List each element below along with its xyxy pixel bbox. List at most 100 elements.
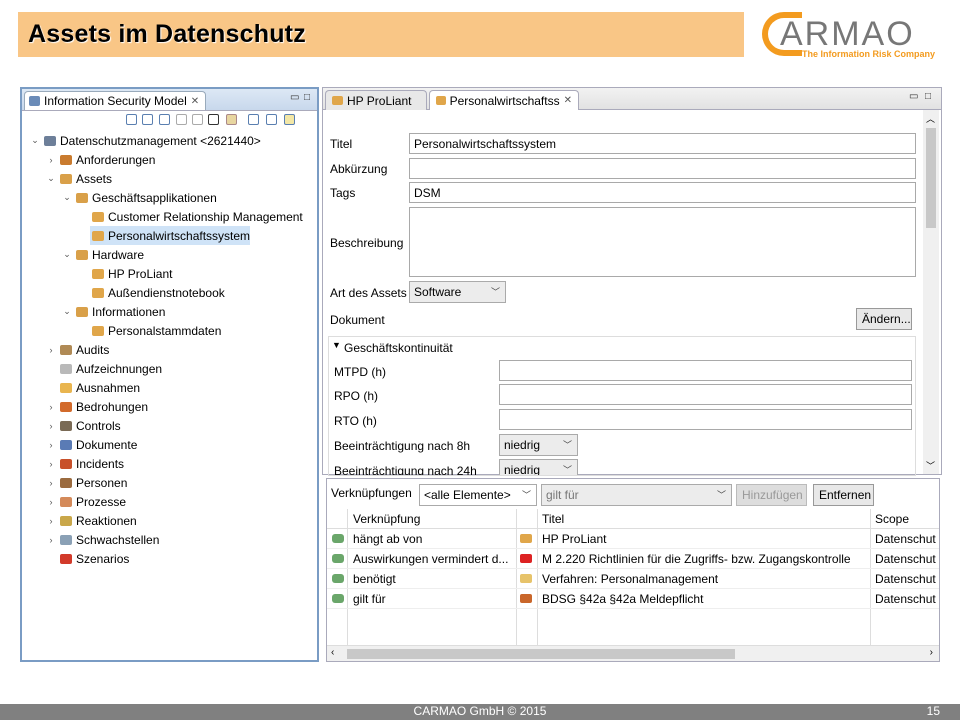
minimize-icon[interactable]: ▭ [909, 91, 918, 102]
tab-label: Information Security Model [44, 94, 187, 108]
collapsed-arrow-icon[interactable]: › [46, 516, 56, 526]
tree-item[interactable]: › Incidents [22, 454, 317, 473]
tree-item[interactable]: ⌄ Hardware [22, 245, 317, 264]
tree-item[interactable]: › Personen [22, 473, 317, 492]
geschaeftskontinuitaet-section: ▼ Geschäftskontinuität MTPD (h) RPO (h) … [328, 336, 916, 476]
back-arrow-icon[interactable] [176, 114, 187, 125]
collapsed-arrow-icon[interactable]: › [46, 155, 56, 165]
collapsed-arrow-icon[interactable]: › [46, 421, 56, 431]
tree-item[interactable]: › Prozesse [22, 492, 317, 511]
collapsed-arrow-icon[interactable]: › [46, 478, 56, 488]
tree-item[interactable]: › Bedrohungen [22, 397, 317, 416]
tab-hp-proliant[interactable]: HP ProLiant [325, 90, 427, 110]
expanded-arrow-icon[interactable]: ⌄ [46, 173, 56, 184]
collapsed-arrow-icon[interactable]: › [46, 345, 56, 355]
tree-item[interactable]: › Anforderungen [22, 150, 317, 169]
tree-item[interactable]: Szenarios [22, 549, 317, 568]
link-icon [332, 574, 344, 583]
scroll-left-icon[interactable]: ‹ [331, 647, 334, 658]
tree-item[interactable]: Ausnahmen [22, 378, 317, 397]
header-scope[interactable]: Scope [875, 512, 909, 526]
tree-item[interactable]: › Audits [22, 340, 317, 359]
relation-type-select[interactable]: gilt für ﹀ [541, 484, 732, 506]
remove-link-button[interactable]: Entfernen [813, 484, 874, 506]
tree-item-label: Ausnahmen [76, 380, 141, 395]
maximize-icon[interactable]: □ [304, 92, 310, 103]
header-titel[interactable]: Titel [542, 512, 564, 526]
tree-item[interactable]: ⌄ Assets [22, 169, 317, 188]
new-element-icon[interactable] [284, 114, 295, 125]
home-icon[interactable] [159, 114, 170, 125]
add-link-button[interactable]: Hinzufügen [736, 484, 807, 506]
chevron-down-icon: ﹀ [716, 490, 726, 500]
close-icon[interactable]: ✕ [564, 95, 572, 106]
export-icon[interactable] [266, 114, 277, 125]
forward-arrow-icon[interactable] [192, 114, 203, 125]
tree-item[interactable]: ⌄ Geschäftsapplikationen [22, 188, 317, 207]
link-editor-icon[interactable] [208, 114, 219, 125]
tags-field[interactable]: DSM [409, 182, 916, 203]
maximize-icon[interactable]: □ [925, 91, 931, 102]
beschreibung-field[interactable] [409, 207, 916, 277]
beeintraechtigung-8h-select[interactable]: niedrig ﹀ [499, 434, 578, 456]
element-filter-select[interactable]: <alle Elemente> ﹀ [419, 484, 537, 506]
filter-icon[interactable] [226, 114, 237, 125]
document-icon [60, 439, 72, 450]
link-type-cell: Auswirkungen vermindert d... [353, 552, 509, 566]
minimize-icon[interactable]: ▭ [290, 92, 299, 103]
table-row[interactable]: hängt ab von HP ProLiant Datenschut [327, 529, 939, 549]
abkuerzung-label: Abkürzung [330, 162, 388, 176]
tree-item[interactable]: › Controls [22, 416, 317, 435]
scroll-right-icon[interactable]: › [930, 647, 933, 658]
collapsed-arrow-icon[interactable]: › [46, 402, 56, 412]
import-icon[interactable] [248, 114, 259, 125]
tree-item[interactable]: Personalstammdaten [22, 321, 317, 340]
links-horizontal-scrollbar[interactable]: ‹ › [327, 645, 939, 661]
section-toggle[interactable]: ▼ [332, 340, 341, 350]
close-icon[interactable]: ✕ [191, 96, 199, 107]
tree-item[interactable]: › Schwachstellen [22, 530, 317, 549]
tree-item[interactable]: Customer Relationship Management [22, 207, 317, 226]
editor-vertical-scrollbar[interactable]: ︿ ﹀ [923, 110, 939, 474]
aendern-button[interactable]: Ändern... [856, 308, 912, 330]
art-des-assets-select[interactable]: Software ﹀ [409, 281, 506, 303]
expanded-arrow-icon[interactable]: ⌄ [30, 135, 40, 146]
scroll-down-icon[interactable]: ﹀ [926, 459, 935, 472]
tree-item[interactable]: Personalwirtschaftssystem [90, 226, 250, 245]
abkuerzung-field[interactable] [409, 158, 916, 179]
tab-personalwirtschaftssystem[interactable]: Personalwirtschaftss ✕ [429, 90, 579, 110]
collapsed-arrow-icon[interactable]: › [46, 459, 56, 469]
tree-item[interactable]: › Dokumente [22, 435, 317, 454]
tree-item[interactable]: ⌄ Informationen [22, 302, 317, 321]
table-row[interactable]: benötigt Verfahren: Personalmanagement Dat… [327, 569, 939, 589]
header-verknuepfung[interactable]: Verknüpfung [353, 512, 420, 526]
scroll-thumb[interactable] [347, 649, 735, 659]
expanded-arrow-icon[interactable]: ⌄ [62, 306, 72, 317]
table-row[interactable]: gilt für BDSG §42a §42a Meldepflicht Daten… [327, 589, 939, 609]
mtpd-field[interactable] [499, 360, 912, 381]
tab-information-security-model[interactable]: Information Security Model ✕ [24, 91, 207, 110]
tree-item[interactable]: HP ProLiant [22, 264, 317, 283]
rto-field[interactable] [499, 409, 912, 430]
table-row[interactable]: Auswirkungen vermindert d... M 2.220 Rich… [327, 549, 939, 569]
scroll-up-icon[interactable]: ︿ [926, 112, 935, 125]
titel-field[interactable]: Personalwirtschaftssystem [409, 133, 916, 154]
beeintraechtigung-24h-select[interactable]: niedrig ﹀ [499, 459, 578, 475]
tree-item[interactable]: Aufzeichnungen [22, 359, 317, 378]
model-view-icon [29, 96, 40, 106]
tree-item[interactable]: ⌄ Datenschutzmanagement <2621440> [22, 131, 317, 150]
expand-all-icon[interactable] [126, 114, 137, 125]
collapse-all-icon[interactable] [142, 114, 153, 125]
slide-title-bar: Assets im Datenschutz [18, 12, 744, 57]
expanded-arrow-icon[interactable]: ⌄ [62, 249, 72, 260]
rpo-field[interactable] [499, 384, 912, 405]
tree-item[interactable]: Außendienstnotebook [22, 283, 317, 302]
collapsed-arrow-icon[interactable]: › [46, 497, 56, 507]
tree-item[interactable]: › Reaktionen [22, 511, 317, 530]
title-cell: HP ProLiant [542, 532, 607, 546]
collapsed-arrow-icon[interactable]: › [46, 440, 56, 450]
model-icon [44, 135, 56, 146]
expanded-arrow-icon[interactable]: ⌄ [62, 192, 72, 203]
scroll-thumb[interactable] [926, 128, 936, 228]
collapsed-arrow-icon[interactable]: › [46, 535, 56, 545]
